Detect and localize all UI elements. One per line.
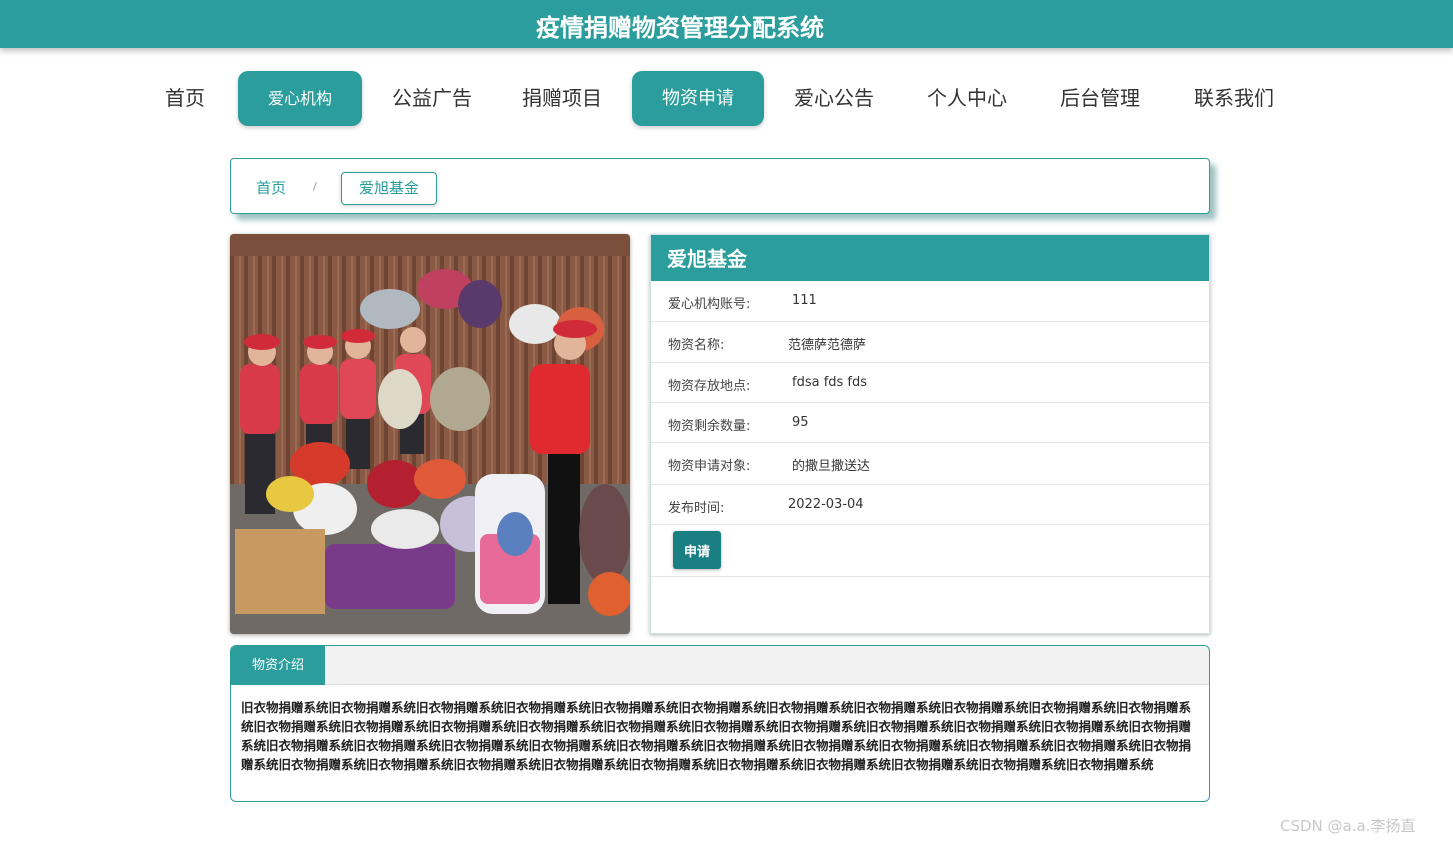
watermark: CSDN @a.a.李扬直 — [1280, 817, 1416, 835]
row-label: 发布时间: — [668, 501, 725, 516]
nav-item-charity-org[interactable]: 爱心机构 — [238, 71, 362, 126]
row-value: 的撒旦撒送达 — [792, 459, 871, 474]
apply-button[interactable]: 申请 — [673, 531, 721, 569]
nav-item-public-ads[interactable]: 公益广告 — [380, 71, 484, 126]
row-label: 物资名称: — [668, 338, 725, 353]
row-value: fdsa fds fds — [792, 375, 868, 390]
supply-photo — [230, 234, 630, 634]
nav-item-supply-request[interactable]: 物资申请 — [632, 71, 764, 126]
main-nav: 首页 爱心机构 公益广告 捐赠项目 物资申请 爱心公告 个人中心 后台管理 联系… — [0, 71, 1453, 126]
breadcrumb-home-link[interactable]: 首页 — [256, 177, 286, 198]
breadcrumb-separator: / — [313, 180, 317, 193]
row-label: 爱心机构账号: — [668, 297, 751, 312]
row-value: 2022-03-04 — [788, 497, 864, 512]
nav-item-contact-us[interactable]: 联系我们 — [1182, 71, 1286, 126]
nav-item-donation-projects[interactable]: 捐赠项目 — [510, 71, 614, 126]
nav-item-admin[interactable]: 后台管理 — [1048, 71, 1152, 126]
volunteers-image — [230, 234, 630, 634]
intro-tab-bar: 物资介绍 — [231, 646, 1209, 685]
detail-row-account: 爱心机构账号: 111 — [651, 281, 1209, 322]
row-value: 范德萨范德萨 — [788, 338, 867, 353]
breadcrumb: 首页 / 爱旭基金 — [230, 158, 1210, 214]
nav-item-personal-center[interactable]: 个人中心 — [915, 71, 1019, 126]
apply-row: 申请 — [651, 525, 1209, 577]
row-label: 物资剩余数量: — [668, 419, 751, 434]
detail-row-supply-name: 物资名称: 范德萨范德萨 — [651, 322, 1209, 363]
nav-item-home[interactable]: 首页 — [150, 71, 220, 126]
detail-row-remaining: 物资剩余数量: 95 — [651, 403, 1209, 443]
intro-text: 旧衣物捐赠系统旧衣物捐赠系统旧衣物捐赠系统旧衣物捐赠系统旧衣物捐赠系统旧衣物捐赠… — [241, 700, 1192, 772]
row-label: 物资存放地点: — [668, 379, 751, 394]
top-header-bar: 疫情捐赠物资管理分配系统 — [0, 0, 1453, 48]
supply-detail-panel: 爱旭基金 爱心机构账号: 111 物资名称: 范德萨范德萨 物资存放地点: fd… — [650, 234, 1210, 634]
detail-title: 爱旭基金 — [651, 235, 1209, 281]
site-title: 疫情捐赠物资管理分配系统 — [536, 14, 824, 42]
tab-supply-intro[interactable]: 物资介绍 — [231, 646, 325, 685]
row-value: 111 — [792, 293, 817, 308]
detail-row-location: 物资存放地点: fdsa fds fds — [651, 363, 1209, 403]
supply-intro-panel: 物资介绍 旧衣物捐赠系统旧衣物捐赠系统旧衣物捐赠系统旧衣物捐赠系统旧衣物捐赠系统… — [230, 645, 1210, 802]
detail-row-publish-time: 发布时间: 2022-03-04 — [651, 485, 1209, 525]
nav-item-charity-notice[interactable]: 爱心公告 — [782, 71, 886, 126]
row-value: 95 — [792, 415, 809, 430]
detail-row-target: 物资申请对象: 的撒旦撒送达 — [651, 443, 1209, 485]
row-label: 物资申请对象: — [668, 459, 751, 474]
breadcrumb-current: 爱旭基金 — [341, 172, 437, 205]
